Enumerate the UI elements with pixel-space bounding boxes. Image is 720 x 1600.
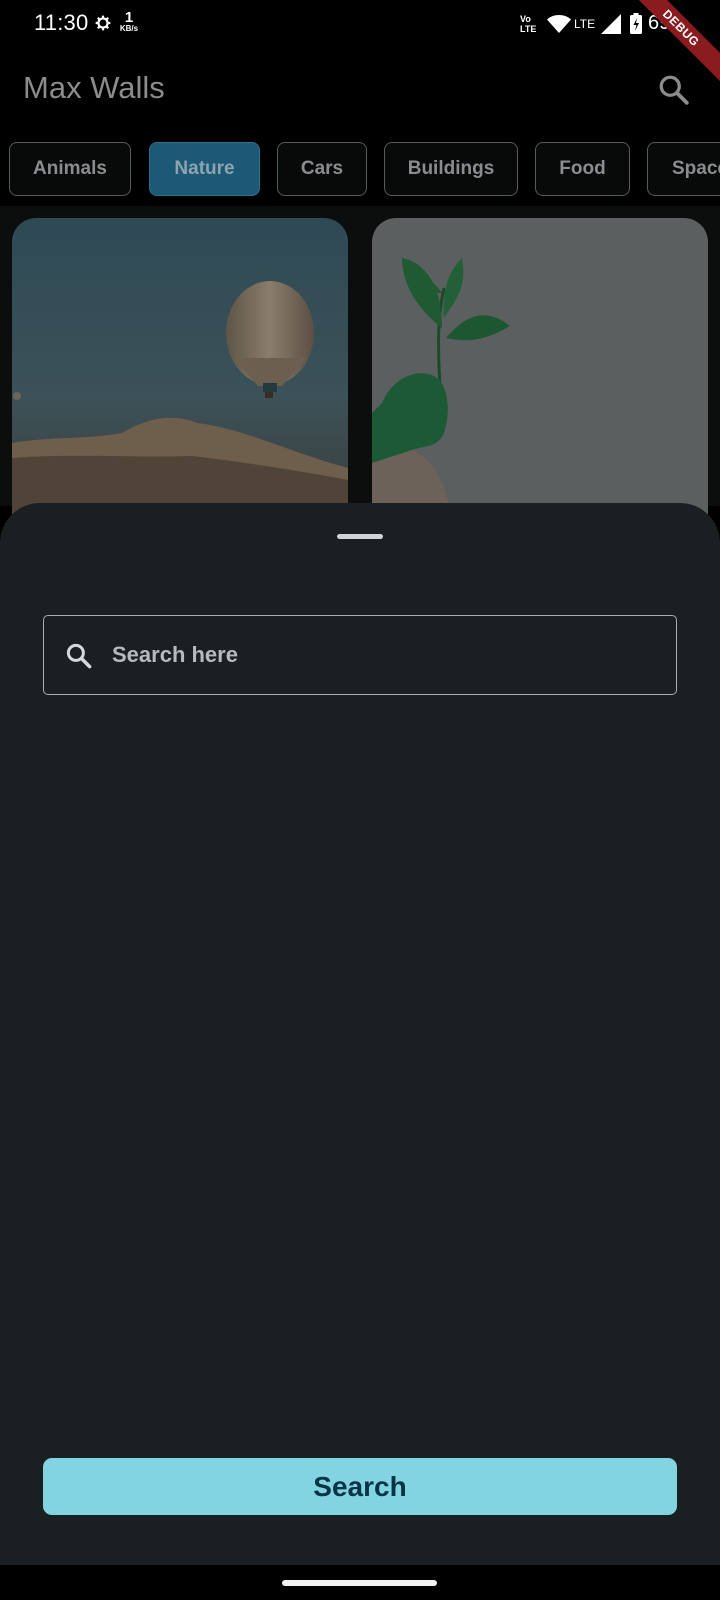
app-title: Max Walls: [23, 70, 165, 105]
wallpaper-tile-plant[interactable]: [372, 218, 708, 518]
chip-nature[interactable]: Nature: [149, 142, 260, 196]
battery-icon: [630, 13, 642, 34]
home-indicator[interactable]: [282, 1580, 437, 1586]
chip-buildings[interactable]: Buildings: [384, 142, 518, 196]
chip-animals[interactable]: Animals: [9, 142, 131, 196]
network-speed-value: 1: [124, 9, 134, 26]
chip-food[interactable]: Food: [535, 142, 630, 196]
lte-label: LTE: [574, 17, 596, 31]
chip-cars[interactable]: Cars: [277, 142, 367, 196]
wallpaper-tile-balloon[interactable]: [12, 218, 348, 518]
wallpaper-grid: [0, 206, 720, 518]
plant-image: [372, 218, 708, 518]
search-icon[interactable]: [656, 72, 692, 108]
volte-indicator: Vo LTE: [520, 14, 536, 34]
network-speed: 1 KB/s: [116, 10, 142, 33]
search-bottom-sheet: Search: [0, 503, 720, 1565]
app-bar: Max Walls: [0, 48, 720, 132]
volte-line1: Vo: [520, 14, 531, 24]
search-input[interactable]: [112, 616, 662, 693]
gear-icon: [95, 15, 111, 31]
status-time: 11:30: [34, 10, 89, 35]
search-button[interactable]: Search: [43, 1458, 677, 1515]
navigation-bar: [0, 1565, 720, 1600]
search-icon: [66, 643, 92, 669]
wifi-icon: [547, 15, 571, 33]
search-field[interactable]: [43, 615, 677, 695]
balloon-image: [12, 218, 348, 518]
status-bar: 11:30 1 KB/s Vo LTE LTE 69 DEBUG: [0, 0, 720, 89]
chip-space[interactable]: Space: [647, 142, 720, 196]
category-chips: Animals Nature Cars Buildings Food Space: [0, 142, 720, 196]
signal-icon: [601, 14, 621, 34]
network-speed-unit: KB/s: [119, 24, 139, 33]
app-screen: 11:30 1 KB/s Vo LTE LTE 69 DEBUG Max Wal…: [0, 0, 720, 1600]
drag-handle[interactable]: [337, 534, 383, 539]
volte-line2: LTE: [520, 24, 537, 34]
